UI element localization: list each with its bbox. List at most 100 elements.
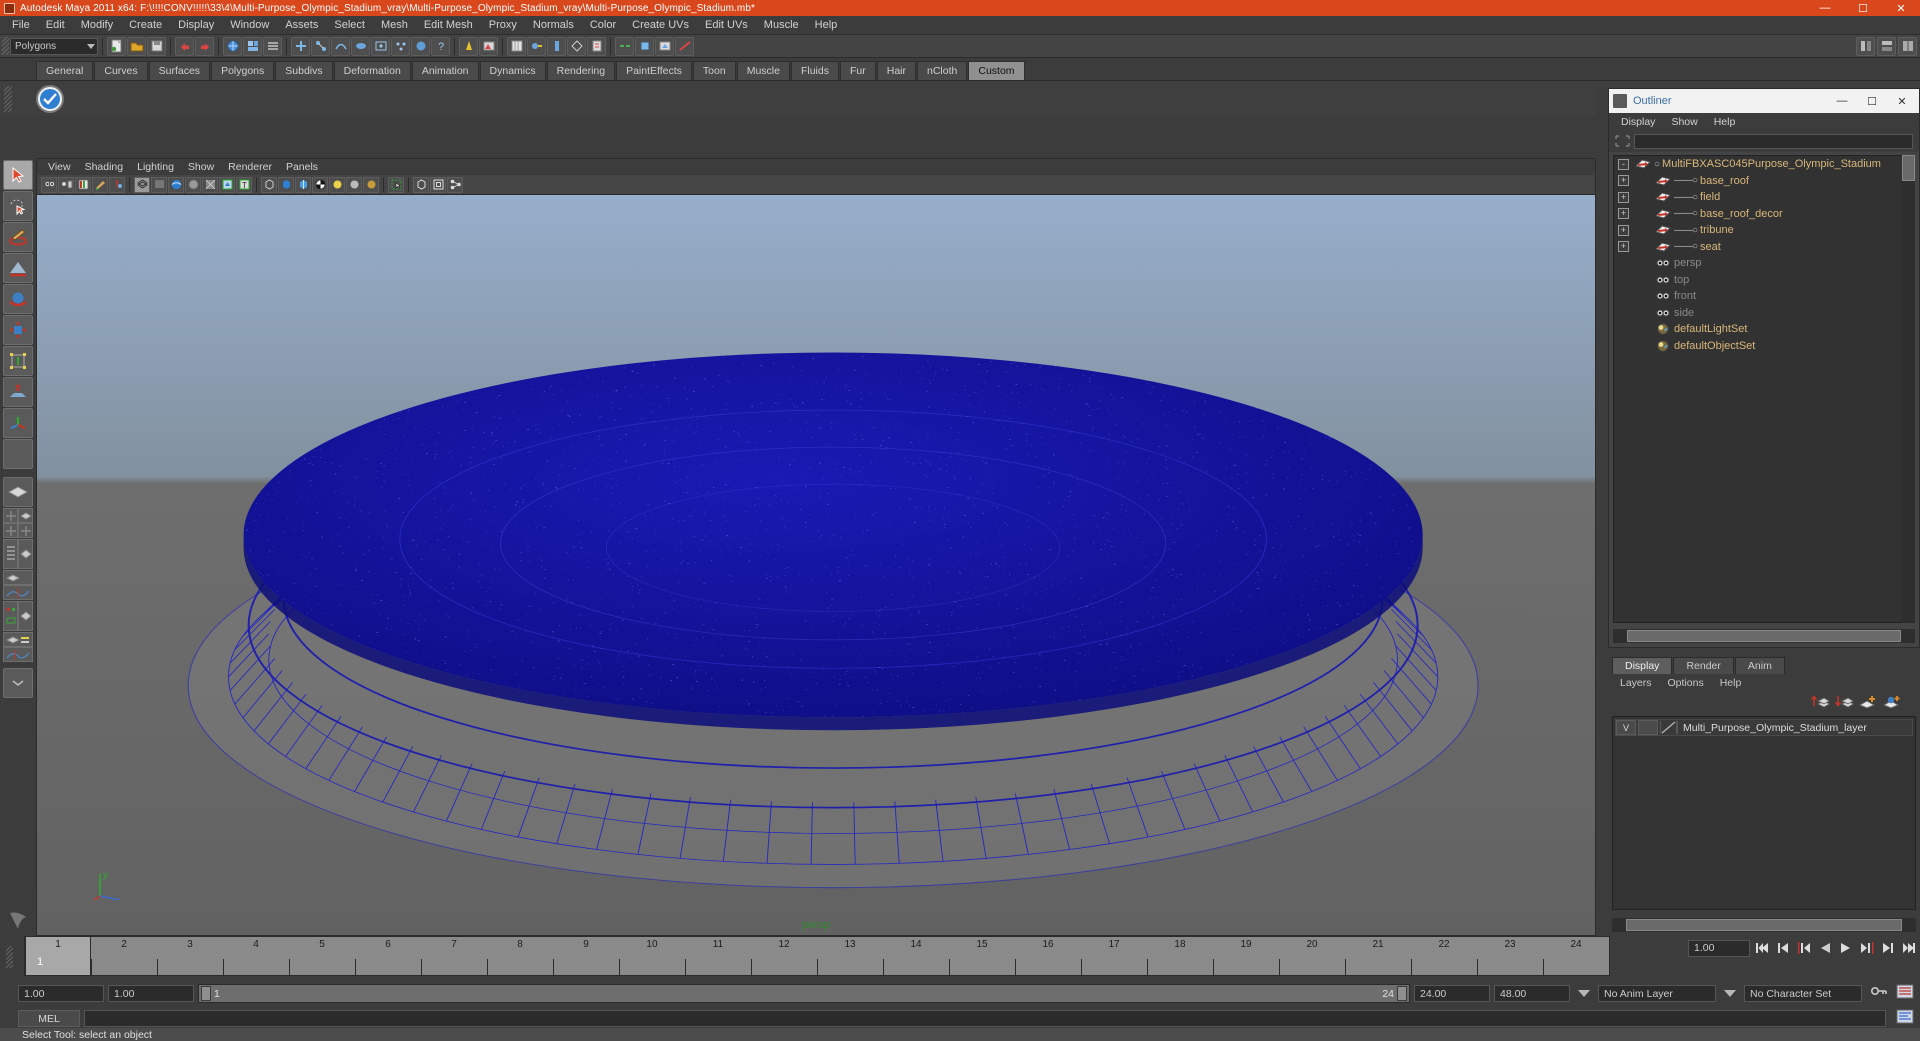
step-back-button[interactable] xyxy=(1774,939,1792,957)
go-to-start-button[interactable] xyxy=(1753,939,1771,957)
paint-icon[interactable] xyxy=(92,176,108,193)
outliner-item[interactable]: front xyxy=(1614,288,1914,305)
range-start-handle[interactable] xyxy=(201,986,211,1001)
menu-item-color[interactable]: Color xyxy=(582,17,624,33)
playback-start-time-field[interactable]: 1.00 xyxy=(108,985,194,1002)
character-set-dropdown-arrow[interactable] xyxy=(1724,990,1736,997)
layer-visibility-toggle[interactable]: V xyxy=(1616,720,1636,735)
menu-item-help[interactable]: Help xyxy=(807,17,846,33)
show-channel-box-icon[interactable] xyxy=(1856,36,1875,56)
viewport-menu-shading[interactable]: Shading xyxy=(78,160,131,174)
persp-only-layout[interactable] xyxy=(18,601,33,631)
open-channel-box-icon[interactable] xyxy=(547,36,566,56)
perspective-viewport[interactable]: View Shading Lighting Show Renderer Panels T xyxy=(36,158,1596,936)
open-tool-settings-icon[interactable] xyxy=(527,36,546,56)
select-by-hierarchy-icon[interactable] xyxy=(223,36,242,56)
expand-icon[interactable]: + xyxy=(1618,241,1629,253)
snap-to-grid-icon[interactable] xyxy=(291,36,310,56)
shelf-tab-subdivs[interactable]: Subdivs xyxy=(275,61,333,80)
shaded-cube-icon[interactable] xyxy=(278,176,294,193)
two-pane-stacked-layout[interactable] xyxy=(18,523,33,538)
undo-icon[interactable] xyxy=(175,36,194,56)
texture-shading-icon[interactable] xyxy=(168,176,184,193)
character-set-field[interactable]: No Character Set xyxy=(1744,985,1862,1002)
move-layer-down-icon[interactable] xyxy=(1834,694,1854,710)
select-by-component-icon[interactable] xyxy=(263,36,282,56)
lighting-icon[interactable] xyxy=(185,176,201,193)
range-end-handle[interactable] xyxy=(1397,986,1407,1001)
open-attribute-editor-icon[interactable] xyxy=(507,36,526,56)
mode-selector[interactable]: Polygons xyxy=(10,37,98,55)
rotate-tool[interactable] xyxy=(3,284,33,314)
scene-lights-icon[interactable] xyxy=(363,176,379,193)
outliner-hscroll-thumb[interactable] xyxy=(1627,630,1901,642)
outliner-tree[interactable]: - ○ MultiFBXASC045Purpose_Olympic_Stadium +… xyxy=(1613,155,1915,623)
sidebar-layout-3-icon[interactable] xyxy=(655,36,674,56)
current-frame-field[interactable]: 1.00 xyxy=(1688,939,1750,957)
outliner-item[interactable]: top xyxy=(1614,272,1914,289)
layer-menu-help[interactable]: Help xyxy=(1712,676,1750,690)
custom-shelf-tool-icon[interactable] xyxy=(36,84,64,113)
render-current-frame-icon[interactable] xyxy=(459,36,478,56)
layer-menu-layers[interactable]: Layers xyxy=(1612,676,1660,690)
redo-icon[interactable] xyxy=(195,36,214,56)
shelf-tab-animation[interactable]: Animation xyxy=(411,61,479,80)
outliner-item[interactable]: + ——○ base_roof_decor xyxy=(1614,206,1914,223)
outliner-maximize-button[interactable]: ☐ xyxy=(1857,90,1887,112)
shelf-tab-fluids[interactable]: Fluids xyxy=(790,61,839,80)
persp-graph-layout[interactable] xyxy=(3,570,33,585)
persp-view-layout[interactable] xyxy=(18,539,33,569)
shelf-tab-deformation[interactable]: Deformation xyxy=(333,61,411,80)
layer-horizontal-scrollbar[interactable] xyxy=(1612,918,1916,932)
shelf-grip[interactable] xyxy=(4,85,12,112)
close-button[interactable]: ✕ xyxy=(1882,0,1920,16)
expand-layouts-button[interactable] xyxy=(3,668,33,698)
outliner-item[interactable]: defaultLightSet xyxy=(1614,321,1914,338)
snap-to-view-plane-icon[interactable] xyxy=(351,36,370,56)
shelf-tab-general[interactable]: General xyxy=(36,61,94,80)
outliner-menu-help[interactable]: Help xyxy=(1706,115,1744,129)
playback-end-time-field[interactable]: 24.00 xyxy=(1414,985,1490,1002)
range-slider[interactable]: 1 24 xyxy=(198,984,1410,1003)
toolbar-grip[interactable] xyxy=(2,37,9,55)
shelf-tab-hair[interactable]: Hair xyxy=(876,61,916,80)
outliner-menu-show[interactable]: Show xyxy=(1663,115,1705,129)
menu-item-proxy[interactable]: Proxy xyxy=(481,17,525,33)
expand-icon[interactable]: + xyxy=(1618,224,1629,236)
script-editor-icon[interactable] xyxy=(1896,1009,1914,1029)
menu-item-create[interactable]: Create xyxy=(121,17,170,33)
animation-start-time-field[interactable]: 1.00 xyxy=(18,985,104,1002)
select-by-object-icon[interactable] xyxy=(243,36,262,56)
viewport-menu-show[interactable]: Show xyxy=(181,160,221,174)
open-scene-icon[interactable] xyxy=(127,36,146,56)
layer-color-swatch[interactable] xyxy=(1659,720,1678,735)
ipr-render-icon[interactable] xyxy=(479,36,498,56)
persp-outliner-layout[interactable] xyxy=(18,508,33,523)
play-backwards-button[interactable] xyxy=(1816,939,1834,957)
wireframe-shading-icon[interactable] xyxy=(134,176,150,193)
all-lights-icon[interactable] xyxy=(346,176,362,193)
outliner-scroll-thumb[interactable] xyxy=(1902,155,1915,181)
outliner-item[interactable]: persp xyxy=(1614,255,1914,272)
select-camera-icon[interactable] xyxy=(41,176,57,193)
outliner-menu-display[interactable]: Display xyxy=(1613,115,1663,129)
viewport-menu-lighting[interactable]: Lighting xyxy=(130,160,181,174)
lit-cube-icon[interactable] xyxy=(295,176,311,193)
anim-layer-dropdown-arrow[interactable] xyxy=(1578,990,1590,997)
menu-item-normals[interactable]: Normals xyxy=(525,17,582,33)
viewport-canvas[interactable]: y persp xyxy=(37,195,1595,935)
menu-item-window[interactable]: Window xyxy=(222,17,277,33)
viewport-menu-panels[interactable]: Panels xyxy=(279,160,325,174)
viewport-menu-renderer[interactable]: Renderer xyxy=(221,160,279,174)
persp-dope-layout[interactable] xyxy=(3,632,33,647)
shelf-tab-rendering[interactable]: Rendering xyxy=(546,61,616,80)
lasso-tool[interactable] xyxy=(3,191,33,221)
sidebar-layout-1-icon[interactable] xyxy=(615,36,634,56)
outliner-vertical-scrollbar[interactable] xyxy=(1902,155,1915,623)
show-manipulator-tool[interactable] xyxy=(3,408,33,438)
layer-menu-options[interactable]: Options xyxy=(1660,676,1712,690)
shelf-tab-dynamics[interactable]: Dynamics xyxy=(479,61,546,80)
layer-editor-tab-anim[interactable]: Anim xyxy=(1734,657,1785,674)
four-view-layout[interactable] xyxy=(3,508,18,523)
expand-icon[interactable]: + xyxy=(1618,191,1629,203)
